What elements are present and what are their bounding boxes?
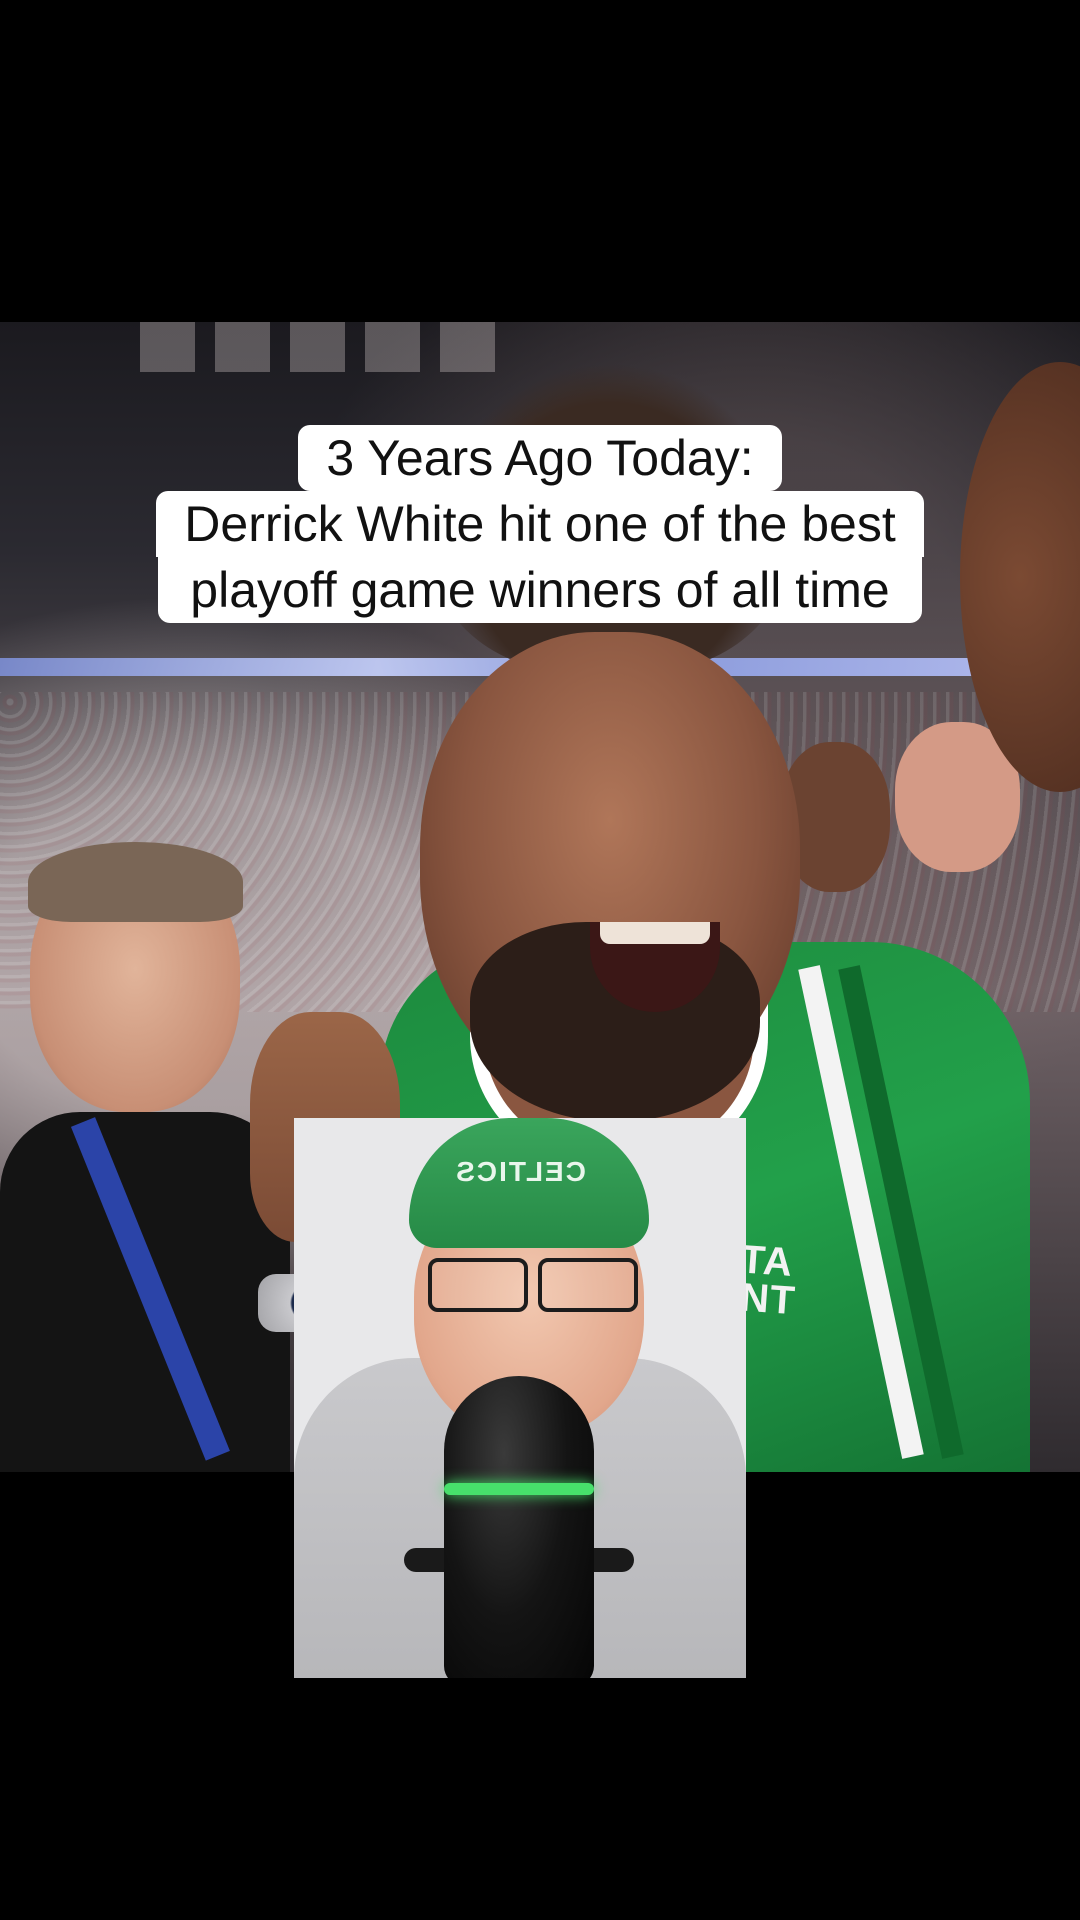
glasses [422, 1258, 638, 1312]
glasses-lens-left [428, 1258, 528, 1312]
glasses-lens-right [538, 1258, 638, 1312]
arena-banners [140, 322, 500, 372]
caption-overlay: 3 Years Ago Today: Derrick White hit one… [0, 425, 1080, 623]
streamer-webcam: CELTICS [294, 1118, 746, 1678]
caption-line-1: 3 Years Ago Today: [298, 425, 782, 491]
player-teeth [600, 922, 710, 944]
microphone-icon [444, 1376, 594, 1678]
left-man-hair [28, 842, 243, 922]
mic-status-light [444, 1483, 594, 1495]
beanie-logo-text: CELTICS [454, 1156, 586, 1187]
caption-line-3: playoff game winners of all time [158, 557, 922, 623]
caption-line-2: Derrick White hit one of the best [156, 491, 924, 557]
